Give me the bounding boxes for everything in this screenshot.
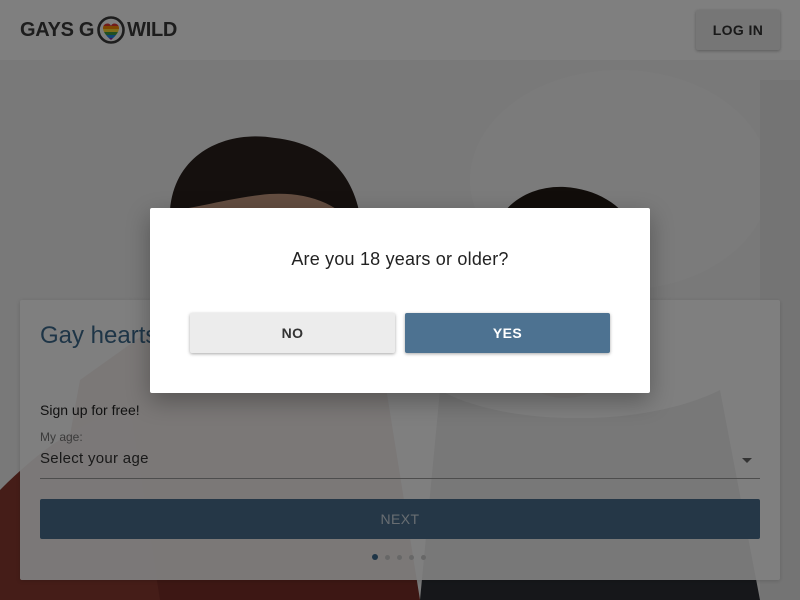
age-verification-dialog: Are you 18 years or older? NO YES — [150, 208, 650, 393]
age-question: Are you 18 years or older? — [291, 249, 509, 269]
no-button[interactable]: NO — [190, 313, 395, 353]
yes-button[interactable]: YES — [405, 313, 610, 353]
